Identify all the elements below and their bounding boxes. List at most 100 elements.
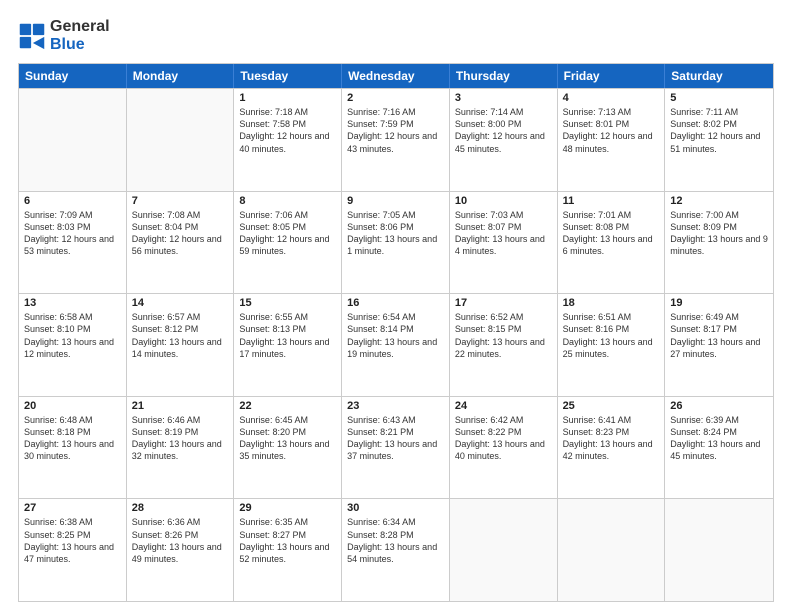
- day-header-tuesday: Tuesday: [234, 64, 342, 88]
- day-info: Sunrise: 7:09 AM Sunset: 8:03 PM Dayligh…: [24, 209, 121, 258]
- calendar: SundayMondayTuesdayWednesdayThursdayFrid…: [18, 63, 774, 602]
- day-number: 23: [347, 400, 444, 412]
- calendar-cell: 28 Sunrise: 6:36 AM Sunset: 8:26 PM Dayli…: [127, 499, 235, 601]
- calendar-cell: 14 Sunrise: 6:57 AM Sunset: 8:12 PM Dayli…: [127, 294, 235, 396]
- day-info: Sunrise: 6:54 AM Sunset: 8:14 PM Dayligh…: [347, 311, 444, 360]
- day-info: Sunrise: 6:49 AM Sunset: 8:17 PM Dayligh…: [670, 311, 768, 360]
- day-number: 30: [347, 502, 444, 514]
- day-info: Sunrise: 7:01 AM Sunset: 8:08 PM Dayligh…: [563, 209, 660, 258]
- day-info: Sunrise: 6:51 AM Sunset: 8:16 PM Dayligh…: [563, 311, 660, 360]
- day-header-monday: Monday: [127, 64, 235, 88]
- day-info: Sunrise: 6:35 AM Sunset: 8:27 PM Dayligh…: [239, 516, 336, 565]
- day-number: 22: [239, 400, 336, 412]
- day-number: 27: [24, 502, 121, 514]
- day-info: Sunrise: 6:41 AM Sunset: 8:23 PM Dayligh…: [563, 414, 660, 463]
- logo-blue: Blue: [50, 36, 85, 53]
- day-info: Sunrise: 7:13 AM Sunset: 8:01 PM Dayligh…: [563, 106, 660, 155]
- day-info: Sunrise: 6:36 AM Sunset: 8:26 PM Dayligh…: [132, 516, 229, 565]
- day-info: Sunrise: 6:52 AM Sunset: 8:15 PM Dayligh…: [455, 311, 552, 360]
- calendar-row-1: 1Sunrise: 7:18 AM Sunset: 7:58 PM Daylig…: [19, 88, 773, 191]
- calendar-cell: 8Sunrise: 7:06 AM Sunset: 8:05 PM Daylig…: [234, 192, 342, 294]
- calendar-cell: [450, 499, 558, 601]
- calendar-row-2: 6 Sunrise: 7:09 AM Sunset: 8:03 PM Daylig…: [19, 191, 773, 294]
- day-info: Sunrise: 6:58 AM Sunset: 8:10 PM Dayligh…: [24, 311, 121, 360]
- calendar-cell: 29 Sunrise: 6:35 AM Sunset: 8:27 PM Dayli…: [234, 499, 342, 601]
- calendar-cell: [665, 499, 773, 601]
- day-info: Sunrise: 6:55 AM Sunset: 8:13 PM Dayligh…: [239, 311, 336, 360]
- calendar-row-5: 27 Sunrise: 6:38 AM Sunset: 8:25 PM Dayli…: [19, 498, 773, 601]
- day-info: Sunrise: 7:08 AM Sunset: 8:04 PM Dayligh…: [132, 209, 229, 258]
- day-info: Sunrise: 6:45 AM Sunset: 8:20 PM Dayligh…: [239, 414, 336, 463]
- day-header-sunday: Sunday: [19, 64, 127, 88]
- calendar-cell: 19 Sunrise: 6:49 AM Sunset: 8:17 PM Dayli…: [665, 294, 773, 396]
- day-number: 13: [24, 297, 121, 309]
- day-info: Sunrise: 7:14 AM Sunset: 8:00 PM Dayligh…: [455, 106, 552, 155]
- day-info: Sunrise: 7:05 AM Sunset: 8:06 PM Dayligh…: [347, 209, 444, 258]
- calendar-cell: 21Sunrise: 6:46 AM Sunset: 8:19 PM Dayli…: [127, 397, 235, 499]
- day-header-friday: Friday: [558, 64, 666, 88]
- day-header-wednesday: Wednesday: [342, 64, 450, 88]
- calendar-cell: 23 Sunrise: 6:43 AM Sunset: 8:21 PM Dayli…: [342, 397, 450, 499]
- day-info: Sunrise: 6:42 AM Sunset: 8:22 PM Dayligh…: [455, 414, 552, 463]
- day-number: 15: [239, 297, 336, 309]
- calendar-body: 1Sunrise: 7:18 AM Sunset: 7:58 PM Daylig…: [19, 88, 773, 601]
- calendar-cell: 24 Sunrise: 6:42 AM Sunset: 8:22 PM Dayli…: [450, 397, 558, 499]
- day-info: Sunrise: 7:06 AM Sunset: 8:05 PM Dayligh…: [239, 209, 336, 258]
- calendar-cell: 27 Sunrise: 6:38 AM Sunset: 8:25 PM Dayli…: [19, 499, 127, 601]
- calendar-cell: 3 Sunrise: 7:14 AM Sunset: 8:00 PM Daylig…: [450, 89, 558, 191]
- calendar-cell: 11 Sunrise: 7:01 AM Sunset: 8:08 PM Dayli…: [558, 192, 666, 294]
- day-number: 3: [455, 92, 552, 104]
- calendar-cell: 5Sunrise: 7:11 AM Sunset: 8:02 PM Daylig…: [665, 89, 773, 191]
- day-info: Sunrise: 6:48 AM Sunset: 8:18 PM Dayligh…: [24, 414, 121, 463]
- calendar-cell: 16Sunrise: 6:54 AM Sunset: 8:14 PM Dayli…: [342, 294, 450, 396]
- logo-general: General: [50, 18, 110, 35]
- day-number: 19: [670, 297, 768, 309]
- calendar-cell: 12 Sunrise: 7:00 AM Sunset: 8:09 PM Dayli…: [665, 192, 773, 294]
- day-number: 26: [670, 400, 768, 412]
- calendar-cell: 10 Sunrise: 7:03 AM Sunset: 8:07 PM Dayli…: [450, 192, 558, 294]
- calendar-header-row: SundayMondayTuesdayWednesdayThursdayFrid…: [19, 64, 773, 88]
- calendar-cell: 7 Sunrise: 7:08 AM Sunset: 8:04 PM Daylig…: [127, 192, 235, 294]
- day-info: Sunrise: 6:38 AM Sunset: 8:25 PM Dayligh…: [24, 516, 121, 565]
- day-number: 10: [455, 195, 552, 207]
- day-number: 4: [563, 92, 660, 104]
- day-info: Sunrise: 6:34 AM Sunset: 8:28 PM Dayligh…: [347, 516, 444, 565]
- calendar-cell: 13 Sunrise: 6:58 AM Sunset: 8:10 PM Dayli…: [19, 294, 127, 396]
- day-number: 6: [24, 195, 121, 207]
- day-info: Sunrise: 7:16 AM Sunset: 7:59 PM Dayligh…: [347, 106, 444, 155]
- day-number: 20: [24, 400, 121, 412]
- day-number: 9: [347, 195, 444, 207]
- header: General Blue: [18, 18, 774, 53]
- calendar-cell: 17Sunrise: 6:52 AM Sunset: 8:15 PM Dayli…: [450, 294, 558, 396]
- calendar-cell: 18Sunrise: 6:51 AM Sunset: 8:16 PM Dayli…: [558, 294, 666, 396]
- day-header-saturday: Saturday: [665, 64, 773, 88]
- calendar-cell: 15 Sunrise: 6:55 AM Sunset: 8:13 PM Dayli…: [234, 294, 342, 396]
- day-number: 5: [670, 92, 768, 104]
- day-number: 24: [455, 400, 552, 412]
- logo-icon: [18, 22, 46, 50]
- day-number: 2: [347, 92, 444, 104]
- calendar-cell: 20 Sunrise: 6:48 AM Sunset: 8:18 PM Dayli…: [19, 397, 127, 499]
- day-number: 11: [563, 195, 660, 207]
- calendar-cell: [127, 89, 235, 191]
- day-number: 1: [239, 92, 336, 104]
- logo: General Blue: [18, 18, 110, 53]
- day-number: 7: [132, 195, 229, 207]
- calendar-cell: [19, 89, 127, 191]
- day-info: Sunrise: 6:43 AM Sunset: 8:21 PM Dayligh…: [347, 414, 444, 463]
- day-info: Sunrise: 7:03 AM Sunset: 8:07 PM Dayligh…: [455, 209, 552, 258]
- calendar-row-3: 13 Sunrise: 6:58 AM Sunset: 8:10 PM Dayli…: [19, 293, 773, 396]
- calendar-cell: 25 Sunrise: 6:41 AM Sunset: 8:23 PM Dayli…: [558, 397, 666, 499]
- day-number: 28: [132, 502, 229, 514]
- day-number: 29: [239, 502, 336, 514]
- day-number: 12: [670, 195, 768, 207]
- calendar-cell: [558, 499, 666, 601]
- day-number: 25: [563, 400, 660, 412]
- day-info: Sunrise: 6:57 AM Sunset: 8:12 PM Dayligh…: [132, 311, 229, 360]
- day-number: 21: [132, 400, 229, 412]
- calendar-cell: 1Sunrise: 7:18 AM Sunset: 7:58 PM Daylig…: [234, 89, 342, 191]
- calendar-cell: 30 Sunrise: 6:34 AM Sunset: 8:28 PM Dayli…: [342, 499, 450, 601]
- day-number: 14: [132, 297, 229, 309]
- day-info: Sunrise: 7:00 AM Sunset: 8:09 PM Dayligh…: [670, 209, 768, 258]
- calendar-cell: 26Sunrise: 6:39 AM Sunset: 8:24 PM Dayli…: [665, 397, 773, 499]
